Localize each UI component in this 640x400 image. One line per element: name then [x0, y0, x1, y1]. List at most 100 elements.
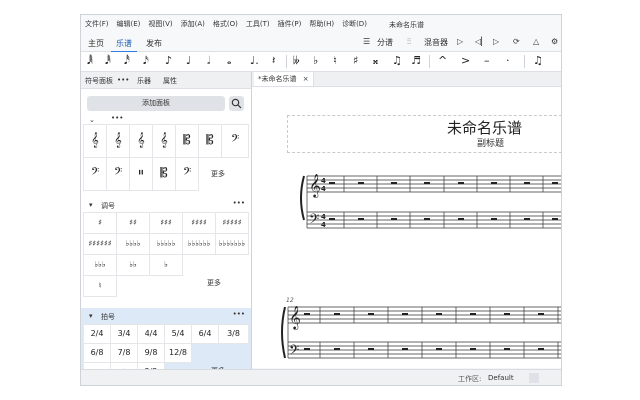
tie-icon[interactable]: ♫ [392, 55, 402, 67]
timesig-12-8[interactable]: 12/8 [164, 343, 192, 363]
timesig-more-options-icon[interactable]: ••• [233, 310, 245, 318]
tab-properties[interactable]: 属性 [163, 76, 177, 86]
note-32nd-icon[interactable]: 𝅘𝅥𝅰 [124, 55, 130, 67]
parts-button[interactable]: 分谱 [377, 37, 393, 48]
sharp-icon[interactable]: ♯ [353, 55, 358, 67]
keysig-d-major[interactable]: ♯♯ [116, 212, 150, 234]
whole-rest[interactable] [504, 348, 510, 350]
timesig-3-4[interactable]: 3/4 [110, 324, 138, 344]
keysig-more-options-icon[interactable]: ••• [233, 199, 245, 207]
flat-icon[interactable]: ♭ [313, 55, 318, 67]
whole-rest[interactable] [358, 182, 364, 184]
add-palette-button[interactable]: 添加面板 [87, 96, 225, 111]
accent-icon[interactable]: > [461, 55, 470, 67]
whole-rest[interactable] [402, 313, 408, 315]
whole-rest[interactable] [470, 348, 476, 350]
keysig-fsharp-major[interactable]: ♯♯♯♯♯♯ [83, 233, 117, 255]
keysig-a-major[interactable]: ♯♯♯ [149, 212, 183, 234]
menu-help[interactable]: 帮助(H) [305, 19, 338, 29]
search-icon[interactable] [229, 96, 244, 111]
double-sharp-icon[interactable]: 𝄪 [373, 55, 378, 67]
whole-rest[interactable] [470, 313, 476, 315]
keysig-bflat-major[interactable]: ♭♭ [116, 254, 150, 276]
whole-rest[interactable] [491, 218, 497, 220]
parts-icon[interactable]: ☰ [363, 37, 370, 46]
rest-icon[interactable]: 𝄽 [272, 55, 275, 67]
keysig-section-header[interactable]: ▾ 调号 ••• [81, 199, 251, 211]
whole-rest[interactable] [552, 218, 558, 220]
menu-file[interactable]: 文件(F) [81, 19, 113, 29]
whole-rest[interactable] [391, 182, 397, 184]
whole-rest[interactable] [402, 348, 408, 350]
whole-rest[interactable] [368, 348, 374, 350]
score-view[interactable]: *未命名乐谱 × 未命名乐谱 副标题 𝄞 𝄢 4 4 4 4 𝄞 𝄢 12 [252, 72, 561, 368]
tab-instruments[interactable]: 乐器 [137, 76, 151, 86]
whole-rest[interactable] [329, 182, 335, 184]
keysig-cflat-major[interactable]: ♭♭♭♭♭♭♭ [215, 233, 249, 255]
note-16th-icon[interactable]: 𝅘𝅥𝅯 [143, 55, 149, 67]
dotted-note-icon[interactable]: ♩. [250, 55, 259, 67]
clef-bass[interactable]: 𝄢 [221, 124, 249, 158]
tab-publish[interactable]: 发布 [141, 36, 167, 51]
clef-tab[interactable]: 𝄡 [152, 157, 176, 191]
whole-rest[interactable] [504, 313, 510, 315]
clef-treble-15ma[interactable]: 𝄞 [152, 124, 176, 158]
timesig-3-8[interactable]: 3/8 [218, 324, 249, 344]
forward-icon[interactable]: ▷ [493, 37, 499, 46]
keysig-aflat-major[interactable]: ♭♭♭♭ [116, 233, 150, 255]
menu-add[interactable]: 添加(A) [177, 19, 209, 29]
note-whole-icon[interactable]: 𝅝 [227, 55, 231, 67]
view-mode-icon[interactable] [529, 373, 539, 383]
timesig-section-header[interactable]: ▾ 拍号 ••• [81, 310, 251, 322]
whole-rest[interactable] [334, 313, 340, 315]
whole-rest[interactable] [458, 218, 464, 220]
whole-rest[interactable] [424, 218, 430, 220]
whole-rest[interactable] [491, 182, 497, 184]
whole-rest[interactable] [358, 218, 364, 220]
keysig-open[interactable]: ♮ [83, 275, 117, 297]
clefs-more-button[interactable]: 更多 [211, 169, 225, 179]
staccato-icon[interactable]: · [506, 55, 510, 67]
whole-rest[interactable] [424, 182, 430, 184]
menu-edit[interactable]: 编辑(E) [113, 19, 145, 29]
clef-alto[interactable]: 𝄡 [175, 124, 199, 158]
metronome-icon[interactable]: △ [533, 37, 539, 46]
beam-icon[interactable]: ♫ [533, 55, 543, 67]
clef-baritone[interactable]: 𝄢 [175, 157, 199, 191]
menu-diagnostics[interactable]: 诊断(D) [338, 19, 371, 29]
natural-icon[interactable]: ♮ [333, 55, 337, 67]
keysig-g-major[interactable]: ♯ [83, 212, 117, 234]
timesig-6-4[interactable]: 6/4 [191, 324, 219, 344]
timesig-5-4[interactable]: 5/4 [164, 324, 192, 344]
tab-score[interactable]: 乐谱 [111, 36, 137, 53]
whole-rest[interactable] [524, 182, 530, 184]
menu-format[interactable]: 格式(O) [209, 19, 242, 29]
loop-icon[interactable]: ⟳ [513, 37, 520, 46]
clef-bass-8va[interactable]: 𝄢 [106, 157, 130, 191]
note-128th-icon[interactable]: 𝅘𝅥𝅲 [87, 55, 93, 67]
timesig-4-4[interactable]: 4/4 [137, 324, 165, 344]
keysig-b-major[interactable]: ♯♯♯♯♯ [215, 212, 249, 234]
whole-rest[interactable] [538, 313, 544, 315]
rewind-icon[interactable]: ◁▏ [475, 37, 487, 46]
keysig-more-button[interactable]: 更多 [207, 278, 221, 288]
whole-rest[interactable] [458, 182, 464, 184]
double-flat-icon[interactable]: 𝄫 [293, 55, 300, 67]
workspace-selector[interactable]: Default [488, 374, 514, 382]
clef-treble-8va[interactable]: 𝄞 [106, 124, 130, 158]
tenuto-icon[interactable]: – [484, 55, 490, 67]
clef-bass-8vb[interactable]: 𝄢 [83, 157, 107, 191]
whole-rest[interactable] [524, 218, 530, 220]
whole-rest[interactable] [436, 348, 442, 350]
timesig-6-8[interactable]: 6/8 [83, 343, 111, 363]
marcato-icon[interactable]: ^ [438, 55, 447, 67]
timesig-9-8[interactable]: 9/8 [137, 343, 165, 363]
whole-rest[interactable] [329, 218, 335, 220]
chevron-down-icon[interactable]: ▾ [89, 312, 93, 320]
clef-percussion[interactable]: 𝄥 [129, 157, 153, 191]
mixer-button[interactable]: 混音器 [424, 37, 448, 48]
chevron-down-icon[interactable]: ⌄ [89, 116, 95, 124]
menu-view[interactable]: 视图(V) [144, 19, 176, 29]
clefs-more-options-icon[interactable]: ••• [111, 114, 123, 122]
note-half-icon[interactable]: 𝅗𝅥 [207, 55, 211, 67]
